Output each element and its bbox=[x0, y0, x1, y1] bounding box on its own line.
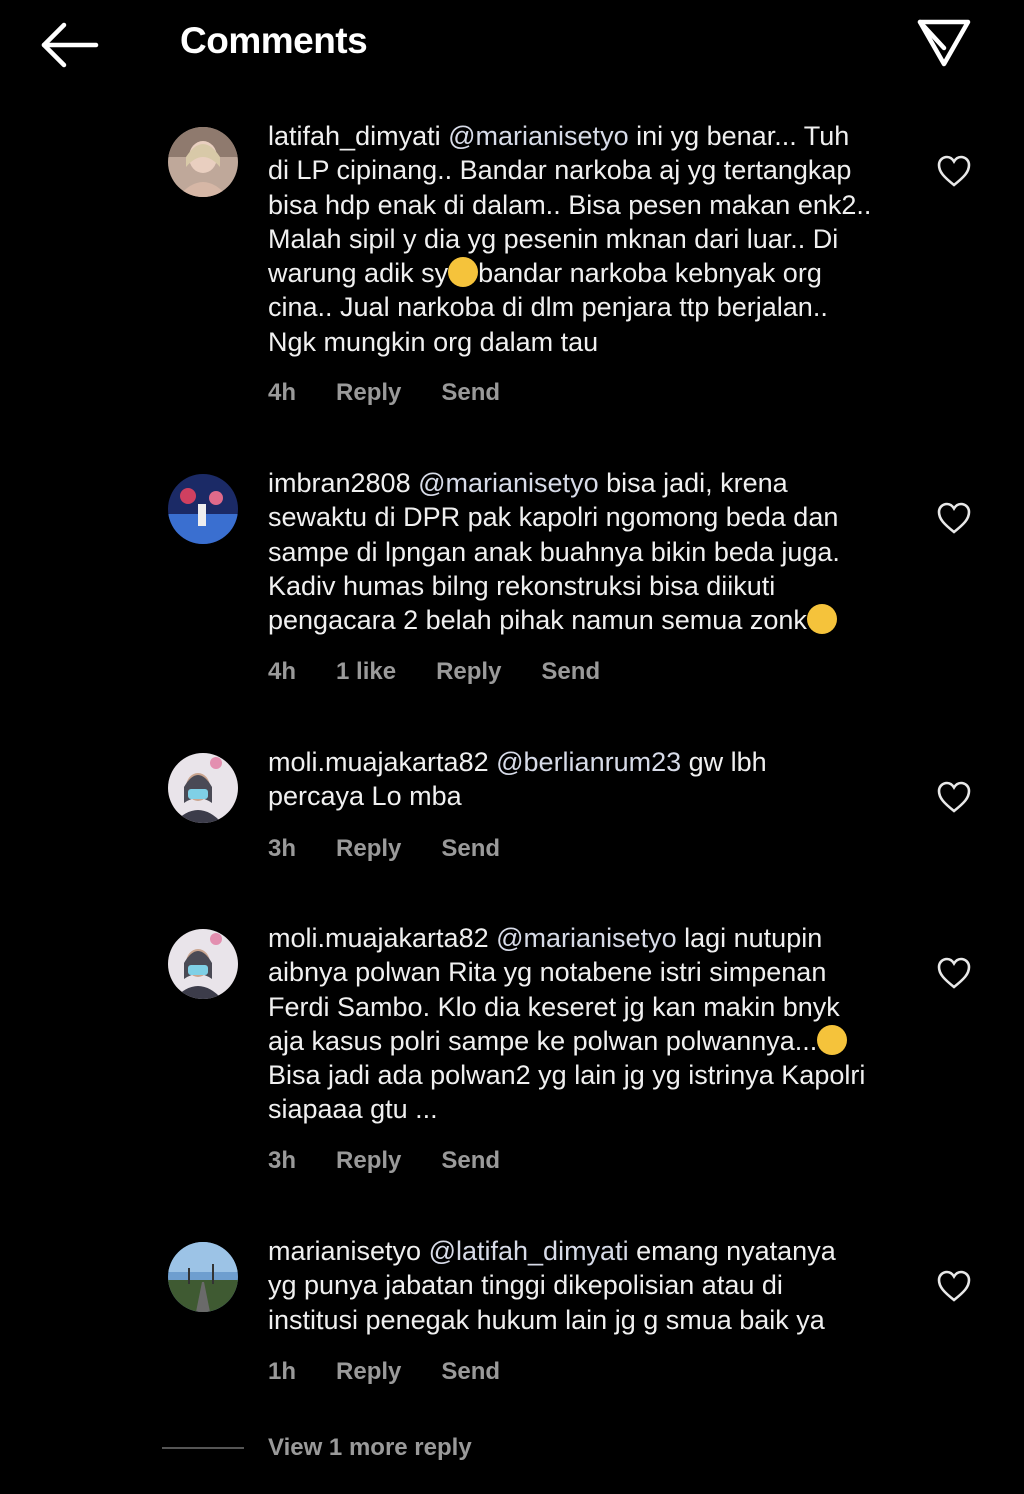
avatar[interactable] bbox=[168, 474, 238, 544]
likes-count[interactable]: 1 like bbox=[336, 658, 396, 686]
comment-mention[interactable]: @latifah_dimyati bbox=[429, 1236, 629, 1266]
comment-text: latifah_dimyati @marianisetyo ini yg ben… bbox=[268, 119, 908, 359]
comment-line: aja kasus polri sampe ke polwan polwanny… bbox=[268, 1025, 818, 1056]
like-button[interactable] bbox=[936, 501, 972, 535]
paper-plane-icon bbox=[917, 19, 971, 67]
like-button[interactable] bbox=[936, 956, 972, 990]
comment-time: 4h bbox=[268, 379, 297, 406]
avatar[interactable] bbox=[168, 1242, 238, 1312]
comment-mention[interactable]: @marianisetyo bbox=[496, 923, 676, 953]
comment-line: yg punya jabatan tinggi dikepolisian ata… bbox=[268, 1270, 783, 1301]
smiley-emoji-icon bbox=[448, 257, 479, 288]
page-title: Comments bbox=[180, 20, 368, 61]
comment-line: di LP cipinang.. Bandar narkoba aj yg te… bbox=[268, 155, 852, 186]
comment-line: sewaktu di DPR pak kapolri ngomong beda … bbox=[268, 502, 839, 533]
comment-time: 4h bbox=[268, 658, 297, 685]
comment-username[interactable]: moli.muajakarta82 bbox=[268, 923, 489, 953]
share-button[interactable] bbox=[914, 14, 974, 74]
comment-line: siapaaa gtu ... bbox=[268, 1094, 438, 1125]
comment-line: cina.. Jual narkoba di dlm penjara ttp b… bbox=[268, 292, 828, 323]
comment-line: Malah sipil y dia yg pesenin mknan dari … bbox=[268, 223, 839, 254]
comment-line: lagi nutupin bbox=[676, 923, 823, 953]
comment-line: Kadiv humas bilng rekonstruksi bisa diik… bbox=[268, 570, 776, 601]
comment-line: percaya Lo mba bbox=[268, 781, 462, 812]
comment-mention[interactable]: @marianisetyo bbox=[448, 121, 628, 151]
comment-line: sampe di lpngan anak buahnya bikin beda … bbox=[268, 536, 840, 567]
like-button[interactable] bbox=[936, 154, 972, 188]
arrow-left-icon bbox=[41, 22, 99, 68]
reply-button[interactable]: Reply bbox=[436, 658, 501, 686]
reply-button[interactable]: Reply bbox=[336, 835, 401, 863]
comment-line: emang nyatanya bbox=[628, 1236, 836, 1266]
divider-line bbox=[162, 1447, 244, 1449]
comment-username[interactable]: marianisetyo bbox=[268, 1236, 421, 1266]
send-button[interactable]: Send bbox=[441, 835, 500, 863]
send-button[interactable]: Send bbox=[441, 1147, 500, 1175]
comment-username[interactable]: imbran2808 bbox=[268, 468, 411, 498]
comment-actions: 3h Reply Send bbox=[268, 835, 540, 863]
comment-username[interactable]: latifah_dimyati bbox=[268, 121, 441, 151]
view-more-replies[interactable]: View 1 more reply bbox=[162, 1434, 472, 1462]
comment-line: gw lbh bbox=[681, 747, 767, 777]
comment-time: 3h bbox=[268, 835, 297, 862]
top-bar: Comments bbox=[0, 0, 1024, 90]
comment-line: Bisa jadi ada polwan2 yg lain jg yg istr… bbox=[268, 1060, 866, 1091]
send-button[interactable]: Send bbox=[541, 658, 600, 686]
reply-button[interactable]: Reply bbox=[336, 379, 401, 407]
comment-text: moli.muajakarta82 @berlianrum23 gw lbh p… bbox=[268, 745, 908, 814]
smirk-emoji-icon bbox=[817, 1024, 848, 1055]
reply-button[interactable]: Reply bbox=[336, 1358, 401, 1386]
send-button[interactable]: Send bbox=[441, 379, 500, 407]
comment-time: 3h bbox=[268, 1147, 297, 1174]
comment-line: ini yg benar... Tuh bbox=[628, 121, 850, 151]
send-button[interactable]: Send bbox=[441, 1358, 500, 1386]
comment-line: aibnya polwan Rita yg notabene istri sim… bbox=[268, 957, 827, 988]
comment-line: institusi penegak hukum lain jg g smua b… bbox=[268, 1304, 825, 1335]
heart-outline-icon bbox=[937, 1270, 971, 1302]
comment-actions: 3h Reply Send bbox=[268, 1147, 540, 1175]
heart-outline-icon bbox=[937, 957, 971, 989]
comment-mention[interactable]: @berlianrum23 bbox=[496, 747, 681, 777]
comment-mention[interactable]: @marianisetyo bbox=[418, 468, 598, 498]
comment-line: Ngk mungkin org dalam tau bbox=[268, 326, 599, 357]
avatar[interactable] bbox=[168, 127, 238, 197]
like-button[interactable] bbox=[936, 780, 972, 814]
comment-username[interactable]: moli.muajakarta82 bbox=[268, 747, 489, 777]
back-button[interactable] bbox=[38, 20, 102, 70]
grimace-emoji-icon bbox=[806, 604, 837, 635]
comment-line: pengacara 2 belah pihak namun semua zonk bbox=[268, 605, 807, 636]
comment-actions: 4h 1 like Reply Send bbox=[268, 658, 640, 686]
avatar[interactable] bbox=[168, 929, 238, 999]
comment-line: warung adik sy bbox=[268, 258, 449, 289]
view-more-label[interactable]: View 1 more reply bbox=[268, 1434, 472, 1462]
comment-line: bandar narkoba kebnyak org bbox=[478, 258, 822, 289]
heart-outline-icon bbox=[937, 502, 971, 534]
comment-text: moli.muajakarta82 @marianisetyo lagi nut… bbox=[268, 921, 908, 1127]
comment-time: 1h bbox=[268, 1358, 297, 1385]
comment-actions: 1h Reply Send bbox=[268, 1358, 540, 1386]
comment-line: bisa jadi, krena bbox=[598, 468, 788, 498]
comment-line: bisa hdp enak di dalam.. Bisa pesen maka… bbox=[268, 189, 872, 220]
heart-outline-icon bbox=[937, 781, 971, 813]
comment-text: imbran2808 @marianisetyo bisa jadi, kren… bbox=[268, 466, 908, 637]
comment-text: marianisetyo @latifah_dimyati emang nyat… bbox=[268, 1234, 908, 1337]
avatar[interactable] bbox=[168, 753, 238, 823]
heart-outline-icon bbox=[937, 155, 971, 187]
comment-line: Ferdi Sambo. Klo dia keseret jg kan maki… bbox=[268, 991, 840, 1022]
reply-button[interactable]: Reply bbox=[336, 1147, 401, 1175]
like-button[interactable] bbox=[936, 1269, 972, 1303]
comment-actions: 4h Reply Send bbox=[268, 379, 540, 407]
